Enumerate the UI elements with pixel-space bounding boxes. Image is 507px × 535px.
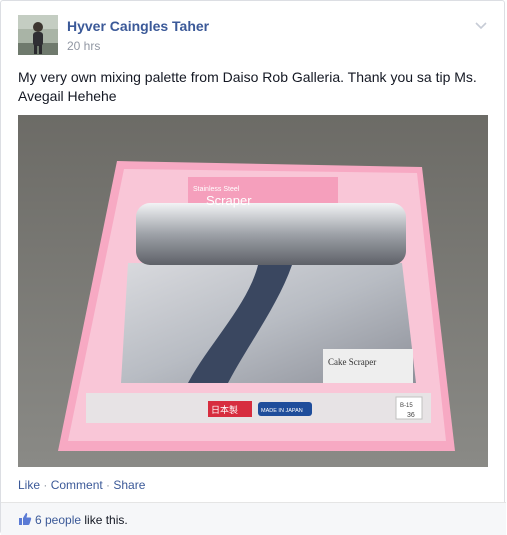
action-separator: · — [102, 478, 114, 492]
author-name[interactable]: Hyver Caingles Taher — [67, 18, 209, 34]
thumbs-up-icon — [18, 512, 32, 526]
post-card: Hyver Caingles Taher 20 hrs My very own … — [0, 0, 506, 535]
likes-suffix: like this. — [81, 513, 128, 527]
package-name: Scraper — [206, 193, 252, 208]
action-separator: · — [40, 478, 51, 492]
package-title: Stainless Steel — [193, 186, 240, 193]
post-text: My very own mixing palette from Daiso Ro… — [18, 69, 477, 104]
item-number: 36 — [407, 412, 415, 419]
share-link[interactable]: Share — [113, 478, 145, 492]
post-actions: Like · Comment · Share — [18, 478, 145, 492]
comment-link[interactable]: Comment — [51, 478, 103, 492]
product-label: Cake Scraper — [328, 357, 376, 367]
post-photo[interactable]: Stainless Steel Scraper Cake Scraper 日本製… — [18, 115, 488, 467]
likes-text: 6 people like this. — [35, 513, 128, 527]
post-timestamp[interactable]: 20 hrs — [67, 39, 100, 53]
likes-summary-bar: 6 people like this. — [1, 502, 506, 535]
like-link[interactable]: Like — [18, 478, 40, 492]
likes-count-link[interactable]: 6 people — [35, 513, 81, 527]
avatar[interactable] — [18, 15, 58, 55]
made-in-japan-badge: MADE IN JAPAN — [261, 408, 303, 414]
made-in-japan-kanji: 日本製 — [211, 404, 238, 416]
item-code: B-15 — [400, 403, 413, 409]
chevron-down-icon[interactable] — [475, 17, 487, 30]
